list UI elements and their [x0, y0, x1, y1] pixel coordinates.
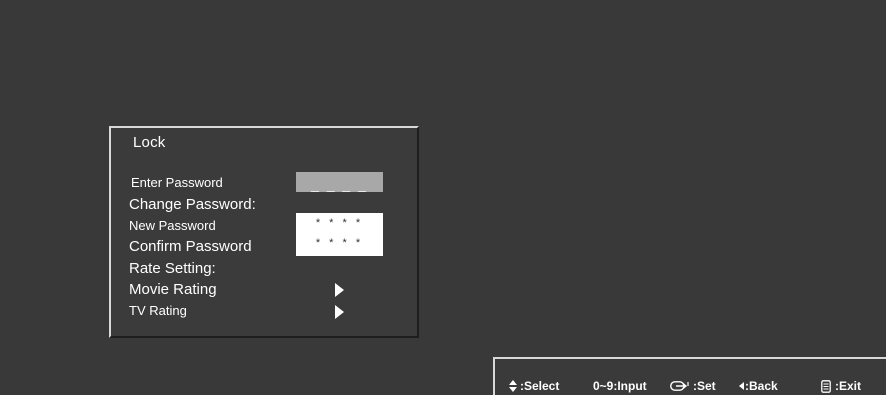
enter-password-field[interactable]: _ _ _ _	[296, 172, 383, 192]
change-password-heading: Change Password:	[129, 196, 256, 213]
left-arrow-icon	[739, 382, 744, 390]
arrow-right-icon[interactable]	[335, 283, 344, 297]
arrow-right-icon[interactable]	[335, 305, 344, 319]
confirm-password-label: Confirm Password	[129, 238, 252, 255]
tv-screen: Lock Enter Password _ _ _ _ Change Passw…	[0, 0, 886, 395]
new-password-label: New Password	[129, 218, 216, 233]
confirm-password-field[interactable]: * * * *	[296, 237, 383, 249]
enter-password-value: _ _ _ _	[311, 176, 368, 192]
help-bar: :Select 0~9:Input :Set :Back :Exit	[493, 357, 886, 395]
remote-menu-icon	[821, 379, 831, 393]
help-select: :Select	[509, 379, 559, 393]
help-exit: :Exit	[821, 379, 861, 393]
new-password-field[interactable]: * * * *	[296, 217, 383, 229]
lock-menu-title: Lock	[133, 134, 166, 151]
movie-rating-item[interactable]: Movie Rating	[129, 281, 217, 298]
lock-menu-panel: Lock Enter Password _ _ _ _ Change Passw…	[109, 126, 419, 338]
new-confirm-password-fields: * * * * * * * *	[296, 213, 383, 256]
up-down-arrows-icon	[509, 380, 518, 392]
help-exit-label: :Exit	[835, 379, 862, 393]
help-input-label: 0~9:Input	[593, 379, 647, 393]
help-set-label: :Set	[693, 379, 716, 393]
enter-password-label: Enter Password	[131, 175, 223, 190]
help-back-label: :Back	[745, 379, 778, 393]
rate-setting-heading: Rate Setting:	[129, 260, 216, 277]
help-select-label: :Select	[520, 379, 560, 393]
enter-key-icon	[670, 381, 689, 391]
help-back: :Back	[739, 379, 778, 393]
help-input: 0~9:Input	[593, 379, 647, 393]
help-set: :Set	[670, 379, 716, 393]
tv-rating-item[interactable]: TV Rating	[129, 303, 187, 318]
